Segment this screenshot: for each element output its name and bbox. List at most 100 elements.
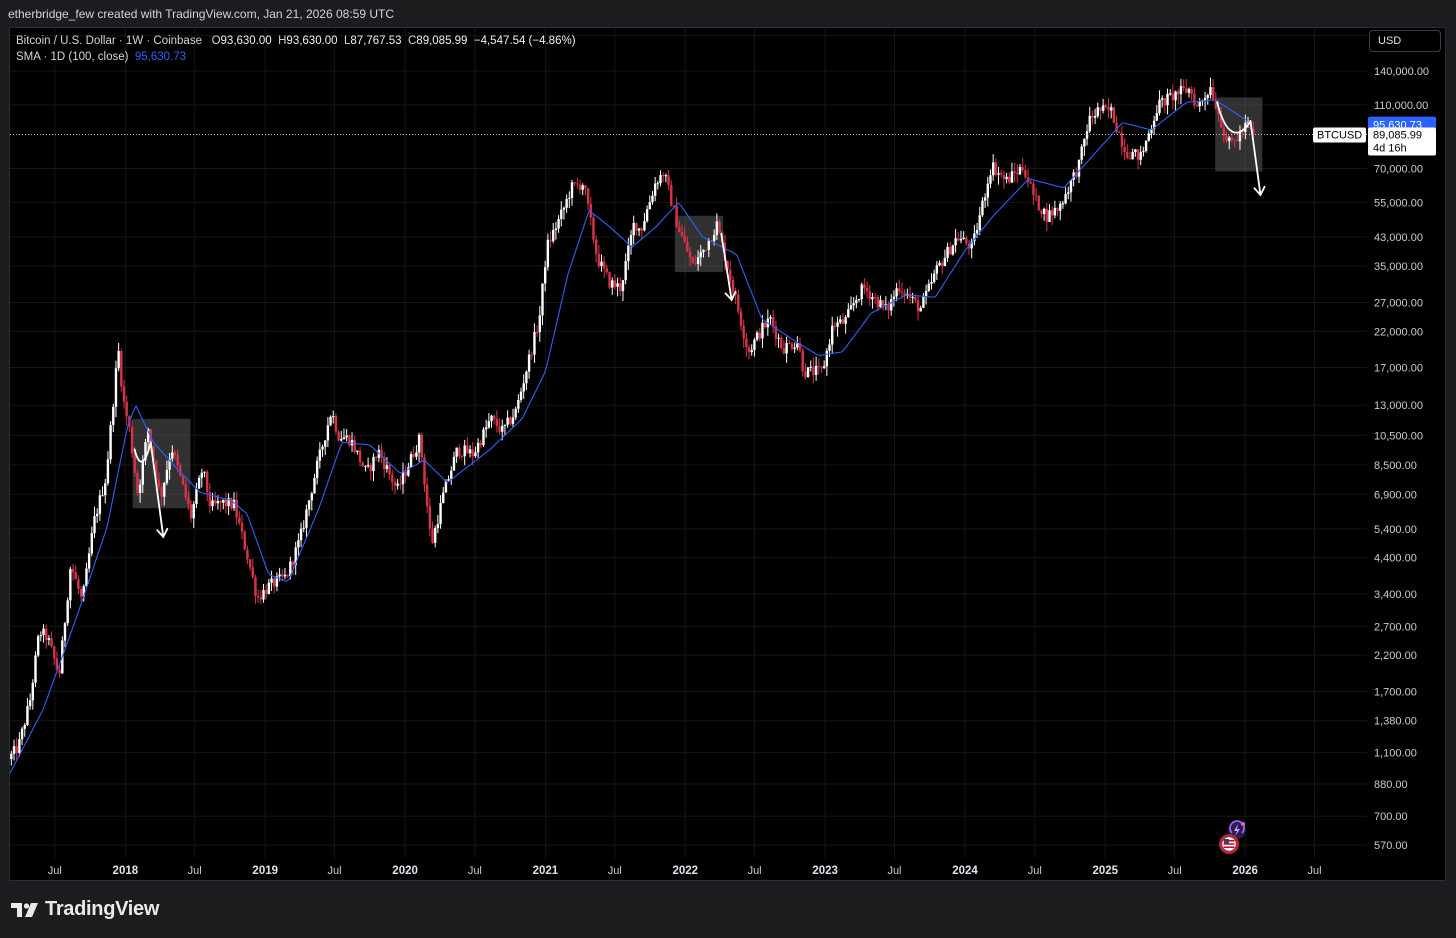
candle-body [501, 425, 504, 432]
candle-body [23, 725, 26, 729]
candle-body [361, 462, 364, 467]
candle-body [157, 479, 161, 488]
candle-body [34, 655, 37, 683]
candle-body [662, 174, 665, 177]
candle-body [259, 597, 263, 600]
chart-frame[interactable]: 180,000.00140,000.00110,000.0070,000.005… [9, 27, 1446, 881]
candle-body [1018, 167, 1022, 175]
candle-body [949, 246, 952, 255]
candle-body [340, 438, 343, 441]
candle-body [519, 391, 523, 400]
price-tick-label: 2,700.00 [1374, 621, 1417, 633]
price-tick-label: 27,000.00 [1374, 297, 1423, 309]
candle-body [1091, 115, 1094, 118]
candle-body [1238, 131, 1242, 142]
candle-body [18, 739, 21, 754]
candle-body [640, 228, 643, 231]
candle-body [1042, 208, 1046, 214]
price-tick-label: 880.00 [1374, 779, 1408, 791]
price-tick-label: 55,000.00 [1374, 197, 1423, 209]
candle-body [270, 578, 273, 583]
last-price-tag-text: 89,085.99 [1373, 130, 1422, 142]
candle-body [455, 447, 458, 457]
time-tick-label: 2018 [113, 865, 139, 877]
candle-body [50, 638, 53, 647]
open-label: O [211, 35, 221, 47]
candle-body [184, 484, 187, 498]
price-tick-label: 3,400.00 [1374, 589, 1417, 601]
candle-body [814, 365, 818, 375]
candle-body [686, 241, 689, 252]
sma-label[interactable]: SMA · 1D (100, close) [16, 51, 128, 63]
candle-body [780, 337, 783, 349]
candle-body [211, 500, 214, 507]
candle-body [1230, 137, 1234, 140]
candle-body [557, 218, 560, 229]
candle-body [1101, 105, 1105, 111]
candle-body [1211, 87, 1215, 101]
time-tick-label: Jul [1307, 865, 1321, 877]
candle-body [479, 442, 482, 446]
candle-body [1142, 150, 1145, 153]
symbol-label[interactable]: Bitcoin / U.S. Dollar · 1W · Coinbase [16, 35, 202, 47]
candle-body [273, 578, 276, 587]
candle-body [745, 338, 748, 348]
candle-body [364, 466, 367, 468]
candle-body [493, 415, 496, 419]
candle-body [927, 283, 930, 291]
price-tick-label: 570.00 [1374, 840, 1408, 852]
candle-body [911, 296, 914, 298]
grid [10, 28, 1367, 858]
tradingview-logo-icon [11, 902, 38, 917]
time-tick-label: Jul [608, 865, 622, 877]
candle-body [1131, 152, 1134, 160]
candle-body [1155, 113, 1159, 121]
candle-body [476, 442, 480, 453]
candle-body [197, 477, 201, 489]
candle-body [790, 343, 794, 349]
tradingview-logo[interactable]: TradingView [11, 898, 159, 921]
candle-body [305, 509, 308, 528]
candle-body [98, 495, 102, 514]
candle-body [1056, 207, 1059, 211]
candle-body [334, 416, 338, 432]
candle-body [820, 366, 823, 369]
candle-body [849, 305, 853, 310]
candle-body [224, 499, 228, 507]
price-chart[interactable]: 180,000.00140,000.00110,000.0070,000.005… [10, 28, 1447, 882]
candle-body [635, 222, 638, 231]
candle-body [527, 354, 531, 372]
candle-body [1144, 140, 1148, 151]
candle-body [63, 623, 67, 641]
us-flag-icon[interactable] [1219, 834, 1239, 854]
candle-body [425, 484, 429, 507]
candle-body [369, 465, 373, 472]
candle-body [552, 229, 555, 242]
candle-body [192, 504, 195, 519]
price-tick-label: 35,000.00 [1374, 261, 1423, 273]
candle-body [460, 456, 464, 458]
candle-body [452, 456, 456, 471]
candle-body [584, 185, 587, 189]
candle-body [916, 300, 920, 312]
price-tick-label: 8,500.00 [1374, 460, 1417, 472]
price-tick-label: 13,000.00 [1374, 400, 1423, 412]
candle-body [991, 162, 995, 176]
candle-body [297, 540, 300, 548]
candle-body [890, 299, 893, 311]
candle-body [597, 253, 601, 267]
candle-body [1008, 176, 1011, 183]
candle-body [203, 471, 206, 473]
candle-body [307, 500, 311, 510]
candle-body [895, 288, 898, 297]
candle-body [93, 516, 96, 534]
currency-button[interactable]: USD [1369, 30, 1441, 52]
candle-body [1182, 86, 1185, 88]
candle-body [117, 351, 120, 369]
candle-body [1037, 195, 1040, 211]
candle-body [989, 175, 992, 184]
candle-body [1225, 135, 1228, 142]
candle-body [26, 706, 29, 726]
candle-body [281, 574, 284, 577]
candle-body [812, 366, 815, 375]
